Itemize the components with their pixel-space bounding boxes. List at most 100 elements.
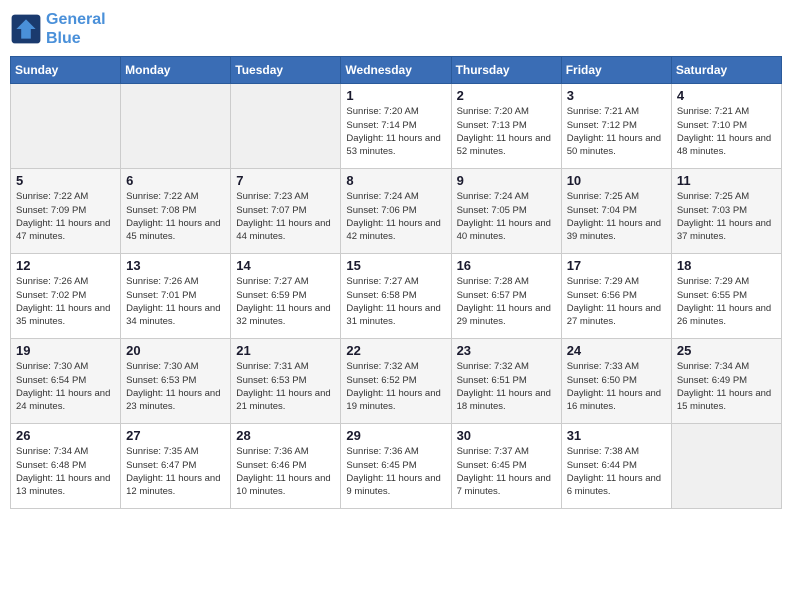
day-number: 2 [457, 88, 556, 103]
calendar-cell: 14Sunrise: 7:27 AMSunset: 6:59 PMDayligh… [231, 254, 341, 339]
day-info: Sunrise: 7:36 AMSunset: 6:46 PMDaylight:… [236, 445, 335, 498]
day-info: Sunrise: 7:23 AMSunset: 7:07 PMDaylight:… [236, 190, 335, 243]
calendar-week-row: 12 Sunrise: 7:26 AMSunset: 7:02 PMDayligh… [11, 254, 782, 339]
day-number: 4 [677, 88, 776, 103]
day-number: 17 [567, 258, 666, 273]
day-info: Sunrise: 7:33 AMSunset: 6:50 PMDaylight:… [567, 360, 666, 413]
day-number: 20 [126, 343, 225, 358]
day-info: Sunrise: 7:25 AMSunset: 7:03 PMDaylight:… [677, 190, 776, 243]
calendar-cell: 15 Sunrise: 7:27 AMSunset: 6:58 PMDayligh… [341, 254, 451, 339]
calendar-cell: 27 Sunrise: 7:35 AMSunset: 6:47 PMDayligh… [121, 424, 231, 509]
day-number: 8 [346, 173, 445, 188]
calendar-week-row: 1 Sunrise: 7:20 AMSunset: 7:14 PMDaylight… [11, 84, 782, 169]
day-info: Sunrise: 7:24 AMSunset: 7:05 PMDaylight:… [457, 190, 556, 243]
weekday-header-sunday: Sunday [11, 57, 121, 84]
day-number: 15 [346, 258, 445, 273]
day-info: Sunrise: 7:30 AMSunset: 6:54 PMDaylight:… [16, 360, 115, 413]
calendar-cell: 20 Sunrise: 7:30 AMSunset: 6:53 PMDayligh… [121, 339, 231, 424]
day-number: 23 [457, 343, 556, 358]
day-number: 28 [236, 428, 335, 443]
calendar-cell: 13 Sunrise: 7:26 AMSunset: 7:01 PMDayligh… [121, 254, 231, 339]
calendar-cell: 21 Sunrise: 7:31 AMSunset: 6:53 PMDayligh… [231, 339, 341, 424]
calendar-cell: 6 Sunrise: 7:22 AMSunset: 7:08 PMDaylight… [121, 169, 231, 254]
day-number: 14 [236, 258, 335, 273]
weekday-header-saturday: Saturday [671, 57, 781, 84]
calendar-week-row: 19 Sunrise: 7:30 AMSunset: 6:54 PMDayligh… [11, 339, 782, 424]
day-info: Sunrise: 7:21 AMSunset: 7:12 PMDaylight:… [567, 105, 666, 158]
day-info: Sunrise: 7:31 AMSunset: 6:53 PMDaylight:… [236, 360, 335, 413]
day-number: 12 [16, 258, 115, 273]
day-number: 3 [567, 88, 666, 103]
weekday-header-monday: Monday [121, 57, 231, 84]
calendar-cell: 12 Sunrise: 7:26 AMSunset: 7:02 PMDayligh… [11, 254, 121, 339]
day-number: 25 [677, 343, 776, 358]
day-number: 30 [457, 428, 556, 443]
calendar-cell: 29 Sunrise: 7:36 AMSunset: 6:45 PMDayligh… [341, 424, 451, 509]
calendar-cell: 8Sunrise: 7:24 AMSunset: 7:06 PMDaylight… [341, 169, 451, 254]
calendar-cell: 23Sunrise: 7:32 AMSunset: 6:51 PMDayligh… [451, 339, 561, 424]
day-info: Sunrise: 7:29 AMSunset: 6:55 PMDaylight:… [677, 275, 776, 328]
weekday-header-thursday: Thursday [451, 57, 561, 84]
calendar-cell [11, 84, 121, 169]
calendar-table: SundayMondayTuesdayWednesdayThursdayFrid… [10, 56, 782, 509]
day-info: Sunrise: 7:34 AMSunset: 6:49 PMDaylight:… [677, 360, 776, 413]
calendar-cell: 10 Sunrise: 7:25 AMSunset: 7:04 PMDayligh… [561, 169, 671, 254]
calendar-cell: 25 Sunrise: 7:34 AMSunset: 6:49 PMDayligh… [671, 339, 781, 424]
calendar-cell [121, 84, 231, 169]
day-number: 16 [457, 258, 556, 273]
calendar-cell: 4 Sunrise: 7:21 AMSunset: 7:10 PMDaylight… [671, 84, 781, 169]
calendar-cell: 2Sunrise: 7:20 AMSunset: 7:13 PMDaylight… [451, 84, 561, 169]
day-info: Sunrise: 7:26 AMSunset: 7:02 PMDaylight:… [16, 275, 115, 328]
logo-text: GeneralBlue [46, 10, 106, 48]
day-info: Sunrise: 7:37 AMSunset: 6:45 PMDaylight:… [457, 445, 556, 498]
calendar-cell: 26 Sunrise: 7:34 AMSunset: 6:48 PMDayligh… [11, 424, 121, 509]
calendar-cell: 16 Sunrise: 7:28 AMSunset: 6:57 PMDayligh… [451, 254, 561, 339]
day-number: 29 [346, 428, 445, 443]
day-info: Sunrise: 7:34 AMSunset: 6:48 PMDaylight:… [16, 445, 115, 498]
day-info: Sunrise: 7:32 AMSunset: 6:52 PMDaylight:… [346, 360, 445, 413]
calendar-cell: 9 Sunrise: 7:24 AMSunset: 7:05 PMDaylight… [451, 169, 561, 254]
day-number: 6 [126, 173, 225, 188]
day-number: 31 [567, 428, 666, 443]
day-number: 26 [16, 428, 115, 443]
day-number: 13 [126, 258, 225, 273]
logo-icon [10, 13, 42, 45]
logo: GeneralBlue [10, 10, 106, 48]
calendar-cell: 28 Sunrise: 7:36 AMSunset: 6:46 PMDayligh… [231, 424, 341, 509]
calendar-week-row: 5 Sunrise: 7:22 AMSunset: 7:09 PMDaylight… [11, 169, 782, 254]
day-info: Sunrise: 7:20 AMSunset: 7:14 PMDaylight:… [346, 105, 445, 158]
day-info: Sunrise: 7:25 AMSunset: 7:04 PMDaylight:… [567, 190, 666, 243]
calendar-cell: 11 Sunrise: 7:25 AMSunset: 7:03 PMDayligh… [671, 169, 781, 254]
calendar-cell: 7Sunrise: 7:23 AMSunset: 7:07 PMDaylight… [231, 169, 341, 254]
day-number: 11 [677, 173, 776, 188]
day-info: Sunrise: 7:29 AMSunset: 6:56 PMDaylight:… [567, 275, 666, 328]
day-number: 22 [346, 343, 445, 358]
day-info: Sunrise: 7:36 AMSunset: 6:45 PMDaylight:… [346, 445, 445, 498]
day-info: Sunrise: 7:35 AMSunset: 6:47 PMDaylight:… [126, 445, 225, 498]
calendar-cell: 18 Sunrise: 7:29 AMSunset: 6:55 PMDayligh… [671, 254, 781, 339]
day-number: 19 [16, 343, 115, 358]
day-number: 9 [457, 173, 556, 188]
day-info: Sunrise: 7:27 AMSunset: 6:58 PMDaylight:… [346, 275, 445, 328]
calendar-cell: 30 Sunrise: 7:37 AMSunset: 6:45 PMDayligh… [451, 424, 561, 509]
day-number: 24 [567, 343, 666, 358]
weekday-header-tuesday: Tuesday [231, 57, 341, 84]
calendar-cell: 3 Sunrise: 7:21 AMSunset: 7:12 PMDaylight… [561, 84, 671, 169]
day-number: 10 [567, 173, 666, 188]
day-info: Sunrise: 7:22 AMSunset: 7:09 PMDaylight:… [16, 190, 115, 243]
day-number: 27 [126, 428, 225, 443]
day-number: 1 [346, 88, 445, 103]
day-info: Sunrise: 7:38 AMSunset: 6:44 PMDaylight:… [567, 445, 666, 498]
day-info: Sunrise: 7:22 AMSunset: 7:08 PMDaylight:… [126, 190, 225, 243]
day-number: 21 [236, 343, 335, 358]
day-number: 5 [16, 173, 115, 188]
day-info: Sunrise: 7:21 AMSunset: 7:10 PMDaylight:… [677, 105, 776, 158]
page-header: GeneralBlue [10, 10, 782, 48]
day-info: Sunrise: 7:30 AMSunset: 6:53 PMDaylight:… [126, 360, 225, 413]
day-info: Sunrise: 7:26 AMSunset: 7:01 PMDaylight:… [126, 275, 225, 328]
calendar-week-row: 26 Sunrise: 7:34 AMSunset: 6:48 PMDayligh… [11, 424, 782, 509]
day-info: Sunrise: 7:28 AMSunset: 6:57 PMDaylight:… [457, 275, 556, 328]
calendar-cell [671, 424, 781, 509]
calendar-cell [231, 84, 341, 169]
day-number: 18 [677, 258, 776, 273]
